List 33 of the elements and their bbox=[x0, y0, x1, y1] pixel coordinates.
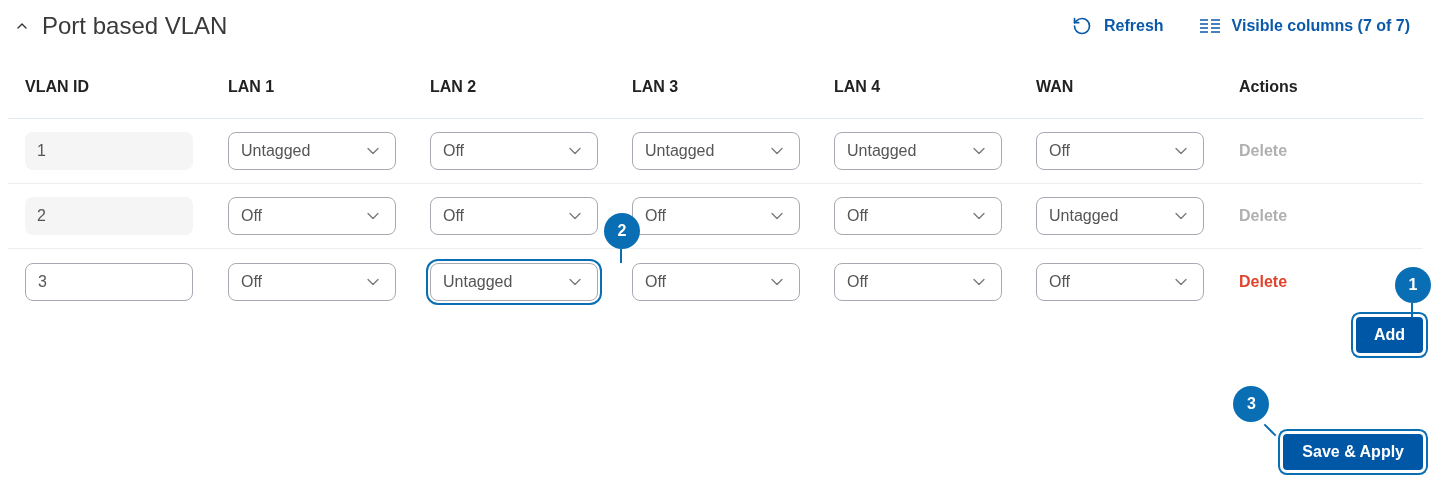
port-select[interactable]: Off bbox=[834, 262, 1002, 301]
port-select[interactable]: Off bbox=[632, 262, 800, 301]
delete-button[interactable]: Delete bbox=[1239, 269, 1288, 294]
callout-badge: 3 bbox=[1233, 386, 1270, 422]
callout-badge: 1 bbox=[1395, 267, 1431, 303]
port-select[interactable]: Untagged bbox=[834, 132, 1002, 170]
column-header: WAN bbox=[1036, 77, 1075, 97]
port-select[interactable]: Untagged bbox=[228, 132, 396, 170]
leader-line bbox=[620, 248, 622, 263]
port-select[interactable]: Off bbox=[430, 132, 598, 170]
column-header: LAN 2 bbox=[430, 77, 478, 97]
port-select[interactable]: Off bbox=[834, 197, 1002, 235]
column-header: LAN 3 bbox=[632, 77, 680, 97]
port-select[interactable]: Off bbox=[228, 262, 396, 301]
callout-badge: 2 bbox=[604, 212, 640, 249]
refresh-button[interactable]: Refresh bbox=[1072, 14, 1164, 38]
port-select[interactable]: Untagged bbox=[632, 132, 800, 170]
column-header: Actions bbox=[1239, 77, 1299, 97]
port-select[interactable]: Off bbox=[1036, 262, 1204, 301]
port-select[interactable]: Off bbox=[228, 197, 396, 235]
port-select[interactable]: Off bbox=[1036, 132, 1204, 170]
port-select[interactable]: Off bbox=[632, 197, 800, 235]
refresh-icon bbox=[1072, 16, 1092, 36]
port-select[interactable]: Off bbox=[430, 197, 598, 235]
section-title: Port based VLAN bbox=[42, 11, 228, 41]
visible-columns-button[interactable]: Visible columns (7 of 7) bbox=[1199, 14, 1410, 38]
leader-line bbox=[1411, 303, 1413, 317]
column-header: LAN 4 bbox=[834, 77, 882, 97]
column-header: LAN 1 bbox=[228, 77, 276, 97]
list-columns-icon bbox=[1199, 19, 1220, 33]
port-select[interactable]: Untagged bbox=[1036, 197, 1204, 235]
vlan-id-field[interactable]: 3 bbox=[25, 262, 193, 301]
column-header: VLAN ID bbox=[25, 77, 90, 97]
